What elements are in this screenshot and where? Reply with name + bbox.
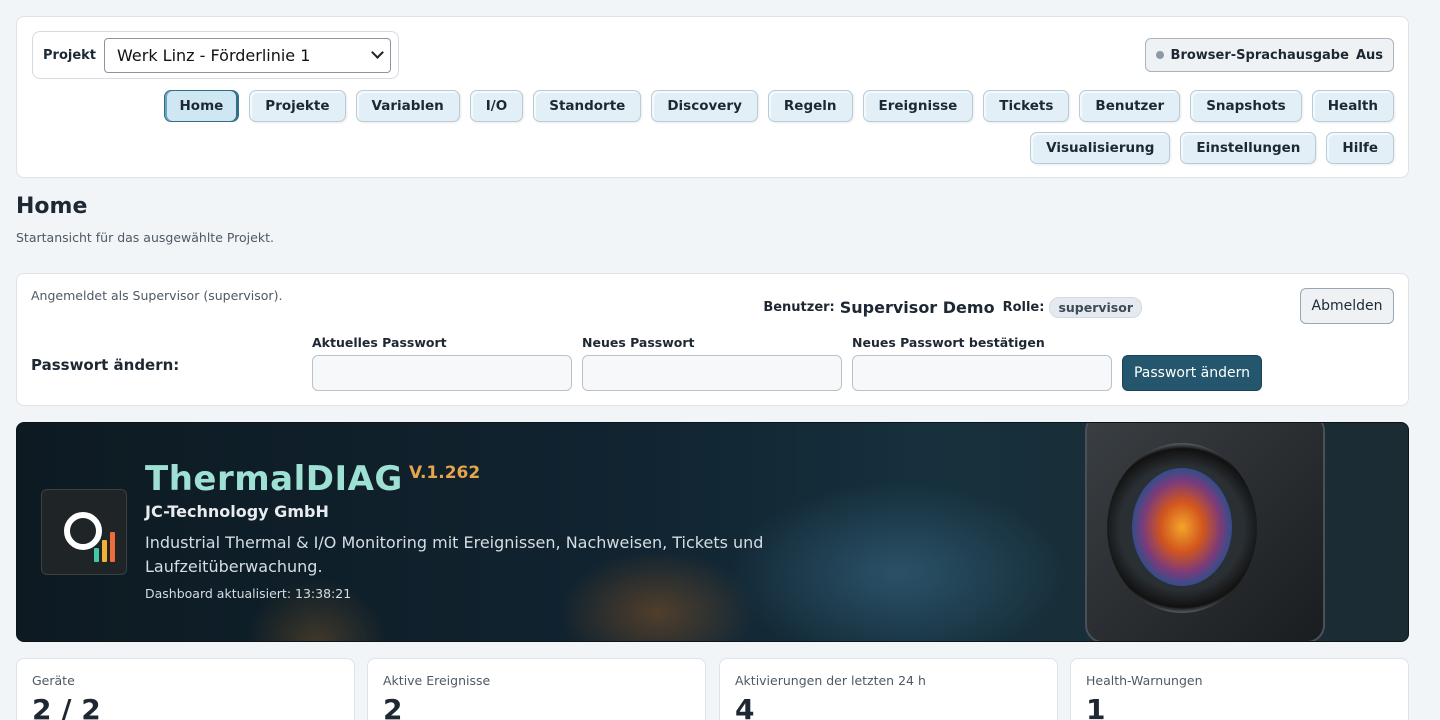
nav-einstellungen[interactable]: Einstellungen <box>1180 132 1317 164</box>
stat-card-health-warnings: Health-Warnungen 1 <box>1070 658 1409 720</box>
nav-visualisierung[interactable]: Visualisierung <box>1030 132 1171 164</box>
user-label: Benutzer: <box>763 300 835 315</box>
nav-health[interactable]: Health <box>1311 90 1394 122</box>
project-selector: Projekt Werk Linz - Förderlinie 1 <box>32 31 399 79</box>
stat-value: 2 <box>383 693 403 720</box>
nav-hilfe[interactable]: Hilfe <box>1326 132 1394 164</box>
app-title: ThermalDIAG <box>145 459 403 499</box>
nav-home[interactable]: Home <box>163 90 240 122</box>
page-subtitle: Startansicht für das ausgewählte Projekt… <box>16 230 274 245</box>
stat-label: Health-Warnungen <box>1086 673 1203 688</box>
confirm-password-label: Neues Passwort bestätigen <box>852 335 1045 350</box>
app-version: V.1.262 <box>409 463 481 483</box>
stat-value: 4 <box>735 693 755 720</box>
stat-label: Aktivierungen der letzten 24 h <box>735 673 926 688</box>
thermal-lens-image <box>1132 468 1232 586</box>
nav-projekte[interactable]: Projekte <box>249 90 346 122</box>
nav-discovery[interactable]: Discovery <box>651 90 758 122</box>
project-label: Projekt <box>43 47 97 63</box>
main-nav: Home Projekte Variablen I/O Standorte Di… <box>74 90 1394 164</box>
account-panel: Angemeldet als Supervisor (supervisor). … <box>16 273 1409 406</box>
nav-snapshots[interactable]: Snapshots <box>1190 90 1302 122</box>
stat-card-devices: Geräte 2 / 2 <box>16 658 355 720</box>
stat-card-active-events: Aktive Ereignisse 2 <box>367 658 706 720</box>
status-dot-icon <box>1155 51 1164 59</box>
user-name: Supervisor Demo <box>839 298 995 317</box>
role-badge: supervisor <box>1049 297 1142 318</box>
role-label: Rolle: <box>1002 300 1045 315</box>
confirm-password-input[interactable] <box>852 355 1112 391</box>
dashboard-updated: Dashboard aktualisiert: 13:38:21 <box>145 586 352 601</box>
nav-variablen[interactable]: Variablen <box>355 90 460 122</box>
speech-toggle-button[interactable]: Browser-Sprachausgabe Aus <box>1144 38 1394 72</box>
nav-ereignisse[interactable]: Ereignisse <box>862 90 974 122</box>
page-title: Home <box>16 194 88 219</box>
stat-value: 2 / 2 <box>32 693 101 720</box>
stat-label: Aktive Ereignisse <box>383 673 491 688</box>
new-password-label: Neues Passwort <box>582 335 695 350</box>
speech-toggle-state: Aus <box>1355 47 1383 63</box>
company-name: JC-Technology GmbH <box>145 502 329 521</box>
top-bar: Projekt Werk Linz - Förderlinie 1 Browse… <box>16 16 1409 178</box>
project-select-value: Werk Linz - Förderlinie 1 <box>117 45 311 65</box>
current-password-input[interactable] <box>312 355 572 391</box>
nav-standorte[interactable]: Standorte <box>533 90 642 122</box>
user-info: Benutzer: Supervisor Demo Rolle: supervi… <box>763 297 1142 318</box>
app-logo-icon <box>41 489 127 575</box>
nav-io[interactable]: I/O <box>469 90 524 122</box>
nav-tickets[interactable]: Tickets <box>983 90 1070 122</box>
nav-regeln[interactable]: Regeln <box>767 90 853 122</box>
logged-in-text: Angemeldet als Supervisor (supervisor). <box>31 288 283 303</box>
chevron-down-icon <box>371 46 384 59</box>
stat-value: 1 <box>1086 693 1106 720</box>
new-password-input[interactable] <box>582 355 842 391</box>
nav-benutzer[interactable]: Benutzer <box>1079 90 1181 122</box>
stat-label: Geräte <box>32 673 75 688</box>
logout-button[interactable]: Abmelden <box>1300 288 1394 324</box>
project-select[interactable]: Werk Linz - Förderlinie 1 <box>104 37 392 73</box>
app-description: Industrial Thermal & I/O Monitoring mit … <box>145 533 764 576</box>
change-password-button[interactable]: Passwort ändern <box>1122 355 1262 391</box>
hero-banner: ThermalDIAG V.1.262 JC-Technology GmbH I… <box>16 422 1409 642</box>
speech-toggle-label: Browser-Sprachausgabe <box>1170 47 1349 63</box>
stat-card-activations-24h: Aktivierungen der letzten 24 h 4 <box>719 658 1058 720</box>
password-section-label: Passwort ändern: <box>31 356 180 374</box>
current-password-label: Aktuelles Passwort <box>312 335 447 350</box>
